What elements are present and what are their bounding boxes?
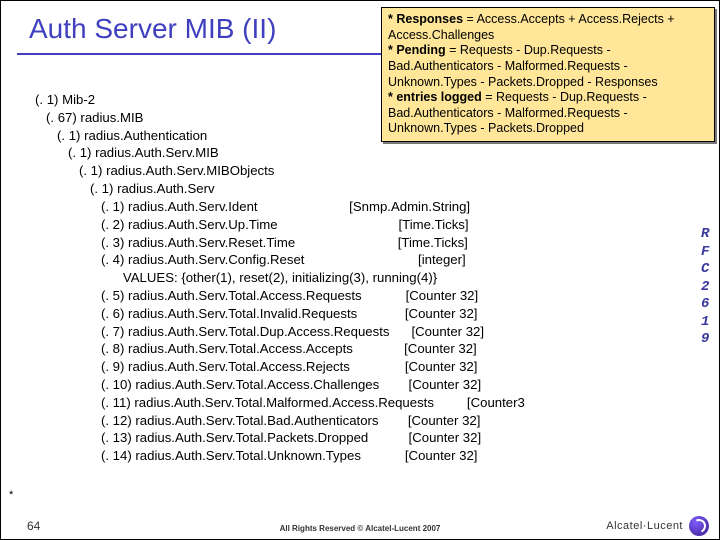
note-pending-label: * Pending — [388, 43, 446, 57]
formulas-note: * Responses = Access.Accepts + Access.Re… — [381, 7, 715, 142]
side-char: R — [701, 226, 715, 244]
mib-tree: (. 1) Mib-2 (. 67) radius.MIB (. 1) radi… — [35, 91, 705, 465]
note-responses-label: * Responses — [388, 12, 463, 26]
brand-logo: Alcatel·Lucent — [606, 516, 709, 536]
note-entries-label: * entries logged — [388, 90, 482, 104]
side-char: 2 — [701, 279, 715, 297]
brand-name: Alcatel·Lucent — [606, 520, 683, 532]
side-char: 1 — [701, 314, 715, 332]
side-char: C — [701, 261, 715, 279]
footnote-asterisk: * — [9, 489, 13, 501]
brand-badge-icon — [689, 516, 709, 536]
slide-title: Auth Server MIB (II) — [29, 13, 276, 45]
side-char: F — [701, 244, 715, 262]
side-char: 9 — [701, 331, 715, 349]
footer: 64 All Rights Reserved © Alcatel-Lucent … — [1, 513, 719, 539]
side-char: 6 — [701, 296, 715, 314]
side-rfc-label: R F C 2 6 1 9 — [701, 226, 715, 349]
